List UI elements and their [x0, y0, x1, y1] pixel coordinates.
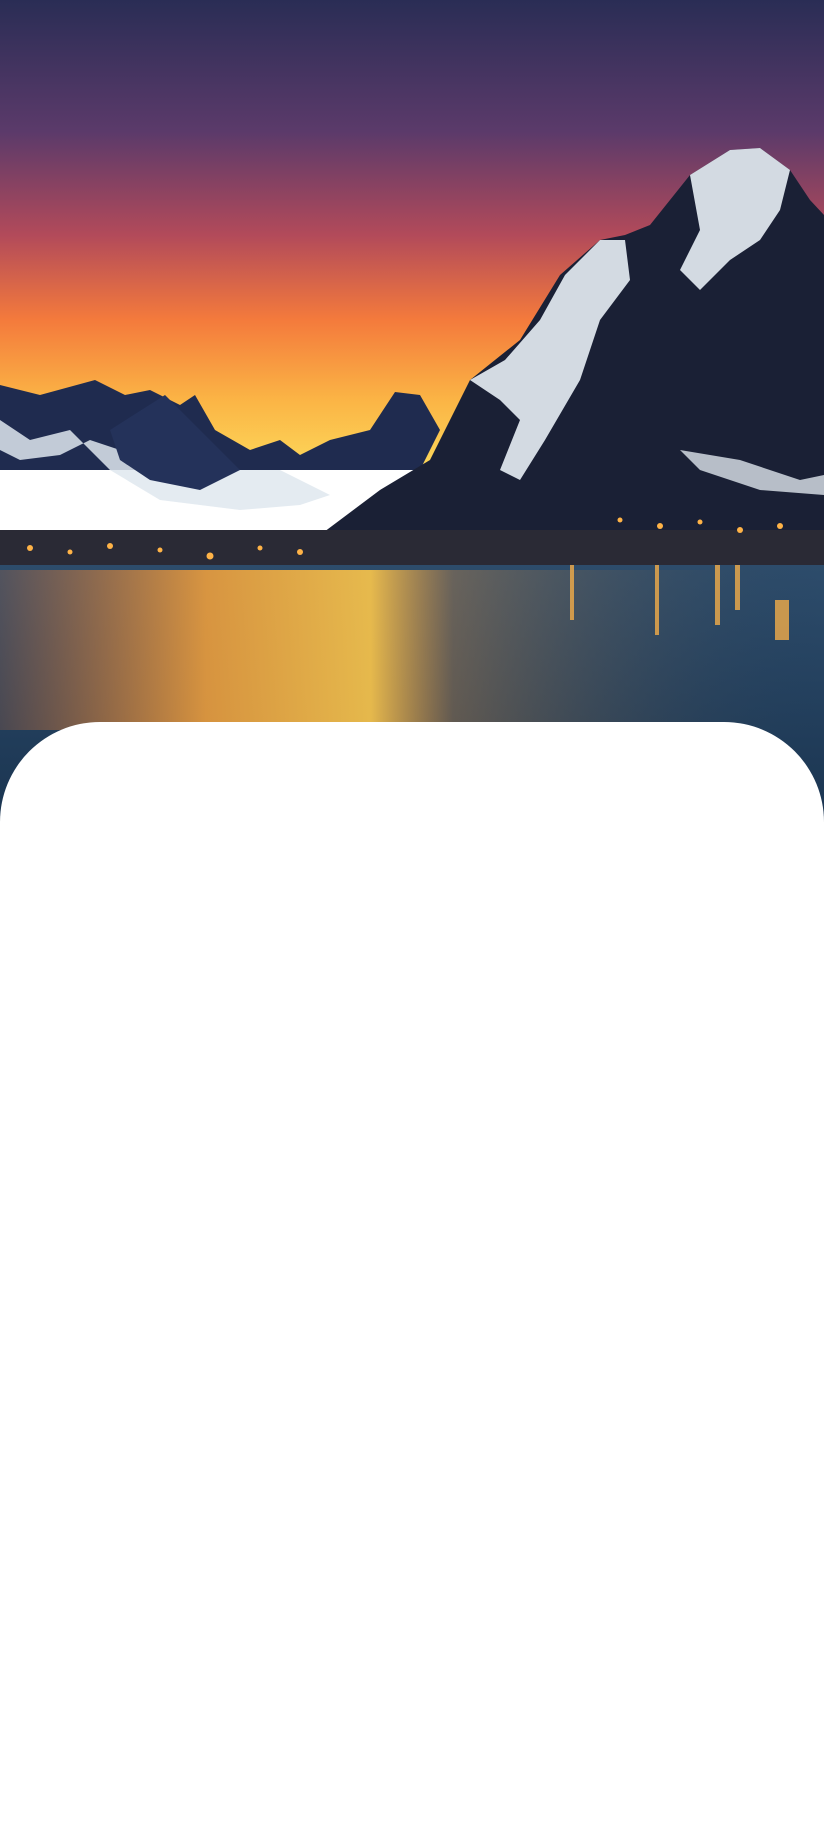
bottom-sheet	[0, 722, 824, 1834]
shoreline	[0, 530, 824, 570]
hero-image	[0, 0, 824, 830]
landscape-photo	[0, 0, 824, 830]
screen	[0, 0, 824, 1834]
water-reflection	[0, 570, 824, 730]
